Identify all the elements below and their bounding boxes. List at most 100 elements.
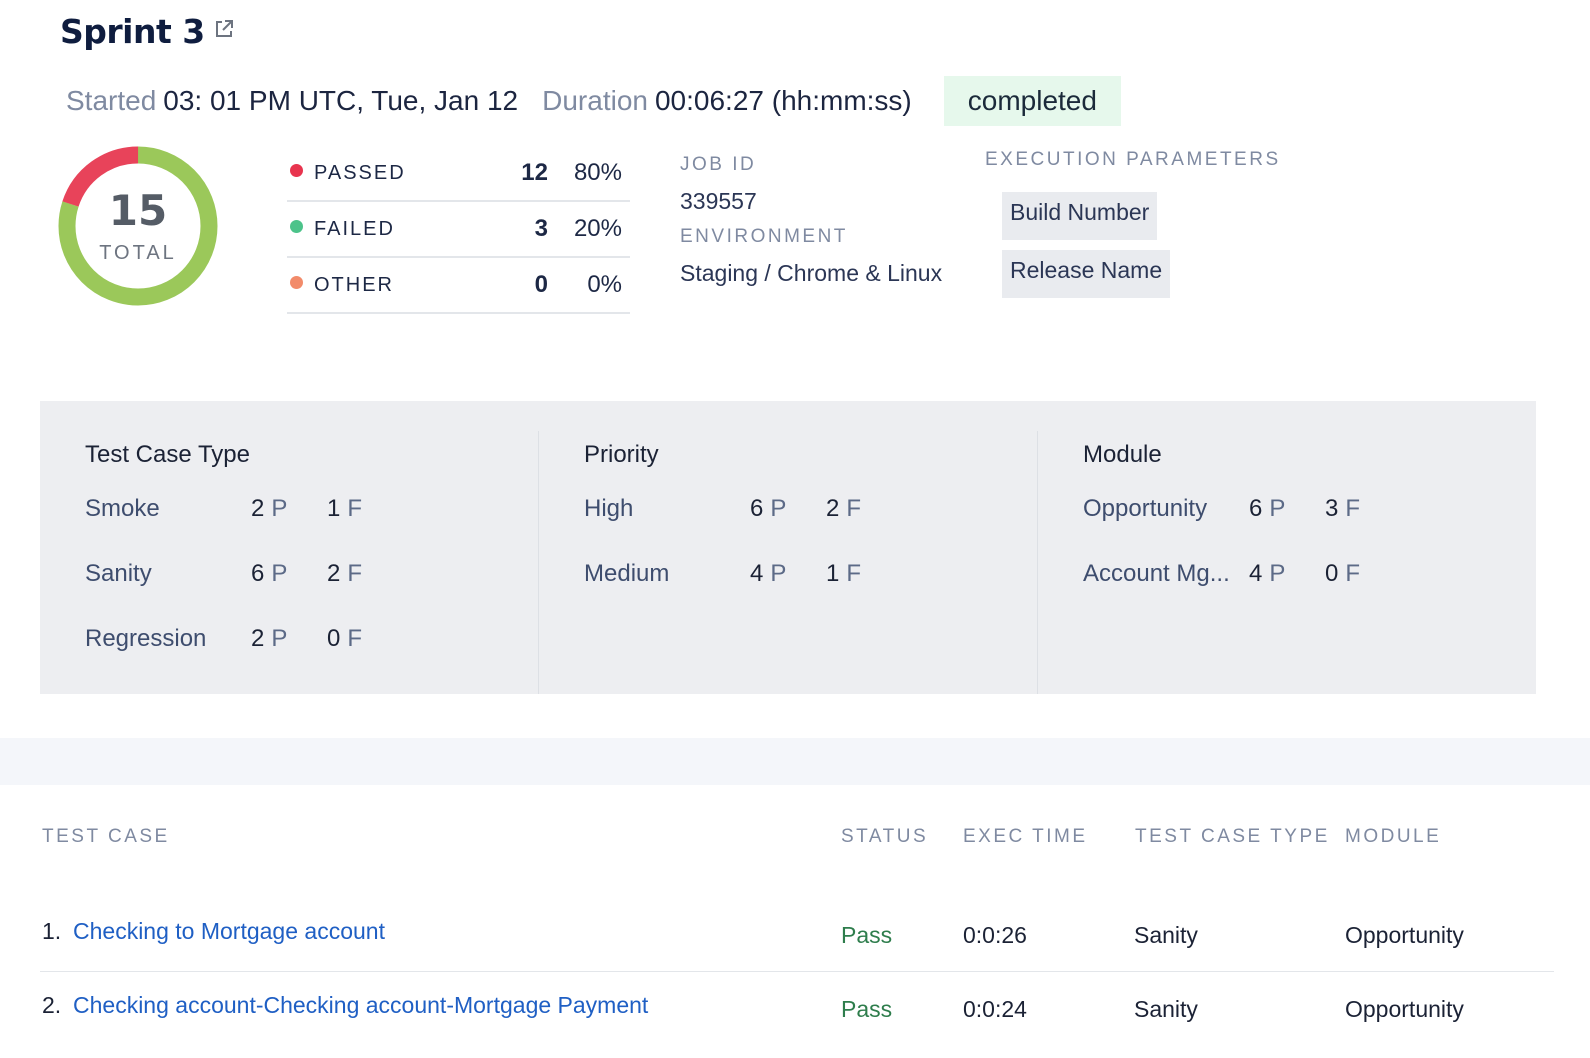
section-divider-band <box>0 738 1590 785</box>
execution-parameters-label: EXECUTION PARAMETERS <box>985 149 1281 170</box>
test-case-link[interactable]: Checking to Mortgage account <box>73 918 385 945</box>
row-index: 2. <box>42 992 62 1018</box>
stat-row-passed: PASSED 12 80% <box>287 146 630 202</box>
passed-count: 2 <box>251 495 265 522</box>
row-test-case-type: Sanity <box>1134 922 1198 948</box>
passed-count: 4 <box>1249 560 1263 587</box>
stat-row-failed: FAILED 3 20% <box>287 202 630 258</box>
breakdown-title: Module <box>1083 441 1162 468</box>
failed-count: 2 <box>327 560 341 587</box>
page-title: Sprint 3 <box>60 12 205 51</box>
breakdown-row: Opportunity 6P 3F <box>1083 493 1536 558</box>
passed-suffix: P <box>770 560 787 587</box>
column-header-exec-time[interactable]: EXEC TIME <box>963 826 1088 848</box>
passed-count: 2 <box>251 625 265 652</box>
breakdown-test-case-type: Test Case Type Smoke 2P 1F Sanity 6P 2F … <box>40 401 538 694</box>
breakdown-name: Account Mg... <box>1083 560 1230 587</box>
breakdown-name: Regression <box>85 625 207 652</box>
column-header-module[interactable]: MODULE <box>1345 826 1441 848</box>
test-case-link[interactable]: Checking account-Checking account-Mortga… <box>73 992 648 1019</box>
breakdown-module: Module Opportunity 6P 3F Account Mg... 4… <box>1037 431 1536 694</box>
total-count: 15 <box>108 186 168 235</box>
started-value: 03: 01 PM UTC, Tue, Jan 12 <box>163 85 519 116</box>
row-index: 1. <box>42 918 62 944</box>
breakdown-title: Test Case Type <box>85 441 250 468</box>
breakdown-priority: Priority High 6P 2F Medium 4P 1F <box>538 431 1037 694</box>
column-header-test-case-type[interactable]: TEST CASE TYPE <box>1135 826 1330 848</box>
column-header-status[interactable]: STATUS <box>841 826 928 848</box>
stat-label: OTHER <box>314 273 394 296</box>
failed-count: 2 <box>826 495 840 522</box>
breakdown-name: Smoke <box>85 495 160 522</box>
column-header-test-case[interactable]: TEST CASE <box>42 826 170 848</box>
environment-label: ENVIRONMENT <box>680 226 848 247</box>
failed-suffix: F <box>347 495 363 522</box>
param-tag-release-name[interactable]: Release Name <box>1002 250 1171 298</box>
breakdown-panel: Test Case Type Smoke 2P 1F Sanity 6P 2F … <box>40 401 1536 694</box>
stat-label: FAILED <box>314 217 395 240</box>
param-tag-build-number[interactable]: Build Number <box>1002 192 1158 240</box>
failed-count: 1 <box>327 495 341 522</box>
external-link-icon[interactable] <box>213 18 235 40</box>
failed-suffix: F <box>347 560 363 587</box>
stat-count: 3 <box>534 215 548 242</box>
passed-count: 4 <box>750 560 764 587</box>
stat-count: 12 <box>521 159 548 186</box>
failed-count: 1 <box>826 560 840 587</box>
run-meta: Started 03: 01 PM UTC, Tue, Jan 12 Durat… <box>66 76 1121 126</box>
result-stats: PASSED 12 80% FAILED 3 20% OTHER 0 0% <box>287 146 630 314</box>
stat-percent: 80% <box>573 159 622 186</box>
failed-count: 0 <box>327 625 341 652</box>
breakdown-row: Medium 4P 1F <box>584 558 1037 623</box>
breakdown-row: Account Mg... 4P 0F <box>1083 558 1536 623</box>
passed-suffix: P <box>1269 495 1286 522</box>
failed-count: 0 <box>1325 560 1339 587</box>
breakdown-row: Sanity 6P 2F <box>85 558 538 623</box>
breakdown-name: Opportunity <box>1083 495 1208 522</box>
failed-suffix: F <box>846 495 862 522</box>
breakdown-row: High 6P 2F <box>584 493 1037 558</box>
other-dot <box>290 275 303 289</box>
failed-suffix: F <box>846 560 862 587</box>
result-donut: 15 TOTAL <box>58 146 218 306</box>
passed-suffix: P <box>770 495 787 522</box>
row-status: Pass <box>841 922 893 948</box>
passed-count: 6 <box>251 560 265 587</box>
stat-label: PASSED <box>314 161 406 184</box>
passed-count: 6 <box>750 495 764 522</box>
stat-row-other: OTHER 0 0% <box>287 258 630 314</box>
row-module: Opportunity <box>1345 922 1464 948</box>
passed-suffix: P <box>271 625 288 652</box>
stat-count: 0 <box>534 271 548 298</box>
duration-value: 00:06:27 (hh:mm:ss) <box>654 85 912 116</box>
failed-suffix: F <box>347 625 363 652</box>
row-exec-time: 0:0:24 <box>963 996 1027 1022</box>
job-id-label: JOB ID <box>680 154 757 175</box>
failed-count: 3 <box>1325 495 1339 522</box>
row-status: Pass <box>841 996 893 1022</box>
passed-dot <box>290 163 303 177</box>
total-label: TOTAL <box>99 242 177 264</box>
passed-count: 6 <box>1249 495 1263 522</box>
breakdown-row: Smoke 2P 1F <box>85 493 538 558</box>
row-module: Opportunity <box>1345 996 1464 1022</box>
job-id-value: 339557 <box>680 188 757 214</box>
row-exec-time: 0:0:26 <box>963 922 1027 948</box>
breakdown-name: Sanity <box>85 560 152 587</box>
job-info: JOB ID 339557 ENVIRONMENT Staging / Chro… <box>680 150 942 294</box>
passed-suffix: P <box>271 495 288 522</box>
table-row: 2. Checking account-Checking account-Mor… <box>40 972 1554 1044</box>
breakdown-title: Priority <box>584 441 659 468</box>
failed-suffix: F <box>1345 495 1361 522</box>
passed-suffix: P <box>271 560 288 587</box>
status-badge: completed <box>943 76 1121 126</box>
started-label: Started <box>66 85 157 116</box>
breakdown-name: High <box>584 495 634 522</box>
failed-dot <box>290 219 303 233</box>
table-row: 1. Checking to Mortgage account Pass 0:0… <box>40 900 1554 972</box>
page-header: Sprint 3 <box>60 12 235 51</box>
environment-value: Staging / Chrome & Linux <box>680 260 943 286</box>
breakdown-name: Medium <box>584 560 670 587</box>
row-test-case-type: Sanity <box>1134 996 1198 1022</box>
passed-suffix: P <box>1269 560 1286 587</box>
